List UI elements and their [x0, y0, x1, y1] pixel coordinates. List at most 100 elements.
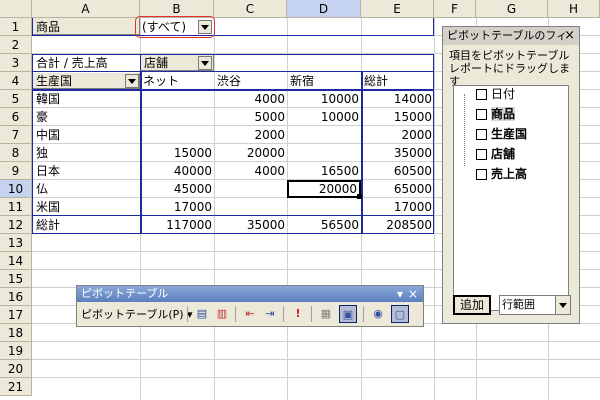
value-cell[interactable]: [287, 198, 361, 216]
row-header[interactable]: 18: [0, 324, 32, 342]
row-header[interactable]: 2: [0, 36, 32, 54]
value-cell[interactable]: 10000: [287, 108, 361, 126]
field-settings-icon[interactable]: ▦: [317, 305, 335, 323]
value-cell[interactable]: [287, 126, 361, 144]
row-header[interactable]: 4: [0, 72, 32, 90]
value-cell[interactable]: 15000: [361, 108, 434, 126]
grand-total-cell[interactable]: 208500: [361, 216, 434, 234]
field-item-origin[interactable]: 生産国: [476, 126, 527, 142]
row-header[interactable]: 6: [0, 108, 32, 126]
column-header-f[interactable]: F: [434, 0, 476, 18]
value-cell[interactable]: 10000: [287, 90, 361, 108]
add-to-button[interactable]: 追加: [453, 295, 491, 315]
row-item-label[interactable]: 日本: [34, 162, 138, 180]
column-header-g[interactable]: G: [476, 0, 548, 18]
field-item-sales[interactable]: 売上高: [476, 166, 527, 182]
value-cell[interactable]: [140, 126, 214, 144]
column-header-a[interactable]: A: [32, 0, 140, 18]
column-header-c[interactable]: C: [214, 0, 287, 18]
row-header[interactable]: 12: [0, 216, 32, 234]
value-cell[interactable]: 4000: [214, 90, 287, 108]
row-item-label[interactable]: 豪: [34, 108, 138, 126]
row-header[interactable]: 10: [0, 180, 32, 198]
column-field-dropdown-icon[interactable]: [198, 56, 212, 70]
field-settings-info-icon[interactable]: ◉: [369, 305, 387, 323]
pivot-menu-button[interactable]: ピボットテーブル(P) ▾: [81, 306, 193, 322]
value-cell[interactable]: [140, 108, 214, 126]
value-cell[interactable]: [214, 180, 287, 198]
row-header[interactable]: 20: [0, 360, 32, 378]
row-header[interactable]: 1: [0, 18, 32, 36]
value-cell[interactable]: 35000: [361, 144, 434, 162]
value-cell[interactable]: 2000: [214, 126, 287, 144]
value-cell[interactable]: 20000: [214, 144, 287, 162]
column-header-d[interactable]: D: [287, 0, 361, 18]
column-item-header[interactable]: 新宿: [288, 72, 360, 90]
field-list-titlebar[interactable]: ピボットテーブルのフィ ×: [443, 27, 579, 45]
field-item-product[interactable]: 商品: [476, 106, 516, 122]
value-cell[interactable]: 2000: [361, 126, 434, 144]
show-field-list-icon[interactable]: ▣: [339, 305, 357, 323]
column-item-header[interactable]: ネット: [141, 72, 213, 90]
row-item-label[interactable]: 仏: [34, 180, 138, 198]
row-header[interactable]: 11: [0, 198, 32, 216]
value-cell[interactable]: 5000: [214, 108, 287, 126]
value-cell[interactable]: 60500: [361, 162, 434, 180]
row-header[interactable]: 3: [0, 54, 32, 72]
column-header-e[interactable]: E: [361, 0, 434, 18]
refresh-data-icon[interactable]: !: [289, 305, 307, 323]
value-cell[interactable]: [140, 90, 214, 108]
grand-total-cell[interactable]: 35000: [214, 216, 287, 234]
value-cell[interactable]: 45000: [140, 180, 214, 198]
row-item-label[interactable]: 独: [34, 144, 138, 162]
chart-wizard-icon[interactable]: ▥: [213, 305, 231, 323]
row-header[interactable]: 21: [0, 378, 32, 396]
value-cell[interactable]: 40000: [140, 162, 214, 180]
value-cell[interactable]: 17000: [140, 198, 214, 216]
select-all-corner[interactable]: [0, 0, 32, 18]
row-item-label[interactable]: 米国: [34, 198, 138, 216]
toolbar-options-icon[interactable]: ▾: [397, 286, 403, 302]
row-header[interactable]: 8: [0, 144, 32, 162]
pivot-field-list-pane[interactable]: ピボットテーブルのフィ × 項目をピボットテーブル レポートにドラッグします 日…: [442, 26, 580, 324]
column-header-h[interactable]: H: [548, 0, 600, 18]
close-icon[interactable]: ×: [408, 286, 418, 302]
field-item-date[interactable]: 日付: [476, 86, 515, 102]
page-field-dropdown-icon[interactable]: [198, 20, 212, 34]
row-field-dropdown-icon[interactable]: [125, 74, 139, 88]
close-icon[interactable]: ×: [564, 27, 575, 45]
grand-total-cell[interactable]: 56500: [287, 216, 361, 234]
row-header[interactable]: 15: [0, 270, 32, 288]
value-cell[interactable]: 15000: [140, 144, 214, 162]
value-cell[interactable]: [287, 144, 361, 162]
row-header[interactable]: 5: [0, 90, 32, 108]
value-cell[interactable]: 17000: [361, 198, 434, 216]
show-detail-icon[interactable]: ⇥: [261, 305, 279, 323]
area-select[interactable]: 行範囲: [499, 295, 571, 315]
grand-total-header[interactable]: 総計: [362, 72, 434, 90]
hide-detail-icon[interactable]: ⇤: [241, 305, 259, 323]
pivot-toolbar[interactable]: ピボットテーブル ▾ × ピボットテーブル(P) ▾ ▤ ▥ ⇤ ⇥ ! ▦ ▣…: [76, 285, 424, 327]
chevron-down-icon[interactable]: [555, 296, 570, 314]
table-options-icon[interactable]: ▢: [391, 305, 409, 323]
row-header[interactable]: 14: [0, 252, 32, 270]
field-item-store[interactable]: 店舗: [476, 146, 515, 162]
page-field-value[interactable]: (すべて): [140, 18, 200, 36]
grand-total-label[interactable]: 総計: [34, 216, 138, 234]
toolbar-titlebar[interactable]: ピボットテーブル ▾ ×: [77, 286, 423, 302]
row-header[interactable]: 9: [0, 162, 32, 180]
format-report-icon[interactable]: ▤: [193, 305, 211, 323]
value-cell[interactable]: 16500: [287, 162, 361, 180]
row-header[interactable]: 17: [0, 306, 32, 324]
row-header[interactable]: 7: [0, 126, 32, 144]
value-cell[interactable]: [214, 198, 287, 216]
value-cell[interactable]: 65000: [361, 180, 434, 198]
active-cell[interactable]: 20000: [287, 180, 361, 198]
row-item-label[interactable]: 韓国: [34, 90, 138, 108]
value-cell[interactable]: 14000: [361, 90, 434, 108]
value-cell[interactable]: 4000: [214, 162, 287, 180]
row-header[interactable]: 19: [0, 342, 32, 360]
row-item-label[interactable]: 中国: [34, 126, 138, 144]
column-item-header[interactable]: 渋谷: [215, 72, 287, 90]
row-header[interactable]: 13: [0, 234, 32, 252]
